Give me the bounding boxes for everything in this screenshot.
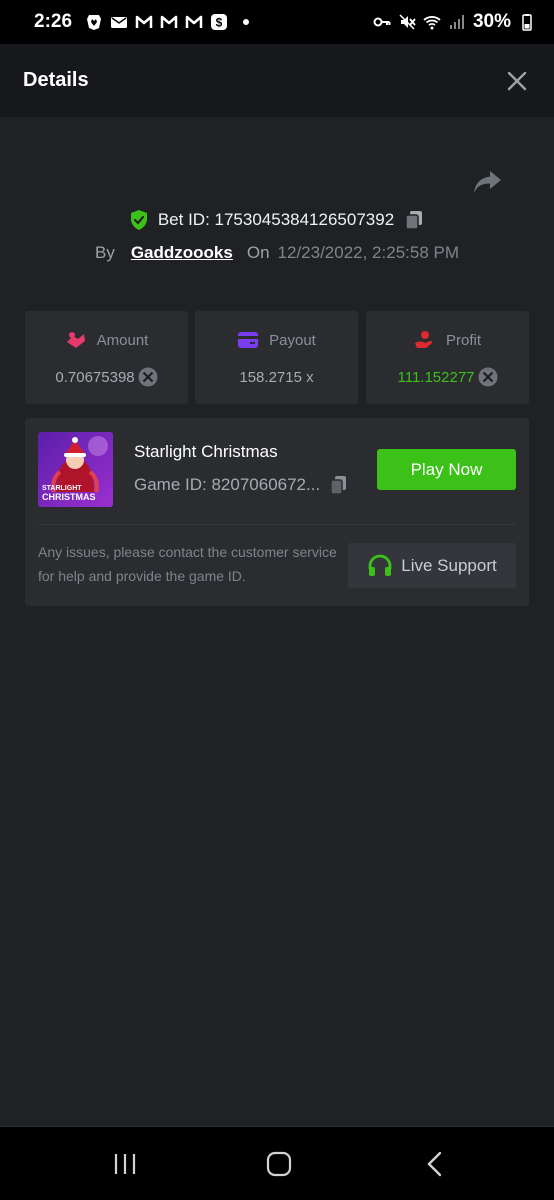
amount-value-row: 0.70675398 [25,366,188,388]
profit-card: Profit 111.152277 [366,311,529,404]
status-right: 30% [373,11,536,33]
game-name: Starlight Christmas [134,442,278,461]
bet-meta-row: By Gaddzoooks On 12/23/2022, 2:25:58 PM [0,240,554,266]
profit-label: Profit [445,331,481,349]
payout-label: Payout [269,331,316,349]
wifi-icon [423,13,441,31]
by-label: By [94,243,115,262]
mute-icon [398,13,416,31]
battery-icon [518,13,536,31]
gmail-icon [160,13,178,31]
close-icon[interactable] [502,66,532,96]
status-bar: 2:26 $ 30% [0,0,554,44]
play-now-button[interactable]: Play Now [377,449,516,490]
vpn-key-icon [373,13,391,31]
profit-value: 111.152277 [397,368,475,386]
share-icon[interactable] [472,168,504,196]
amount-icon [65,330,87,350]
payout-head: Payout [195,329,358,351]
amount-card: Amount 0.70675398 [25,311,188,404]
profit-value-row: 111.152277 [366,366,529,388]
payout-value-row: 158.2715 x [195,366,358,388]
system-nav-bar [0,1126,554,1200]
bet-id-row: Bet ID: 1753045384126507392 [0,206,554,234]
payout-card-icon [237,331,259,349]
brave-icon [85,13,103,31]
copy-icon[interactable] [328,474,350,496]
recent-apps-icon[interactable] [110,1149,140,1179]
coin-icon [478,367,498,387]
bet-id: Bet ID: 1753045384126507392 [157,210,395,229]
home-icon[interactable] [264,1149,294,1179]
gmail-icon [185,13,203,31]
game-thumbnail[interactable]: STARLIGHT CHRISTMAS [38,432,113,507]
page-title: Details [23,69,89,91]
status-left: 2:26 $ [34,11,250,33]
game-id: Game ID: 8207060672... [134,475,321,494]
support-text: Any issues, please contact the customer … [38,544,337,584]
headset-icon [367,554,393,578]
svg-text:$: $ [216,16,223,30]
copy-icon[interactable] [403,209,425,231]
cash-app-icon: $ [210,13,228,31]
verified-shield-icon [129,209,149,231]
username-link[interactable]: Gaddzoooks [131,243,233,263]
battery-percent: 30% [472,11,511,32]
amount-head: Amount [25,329,188,351]
coin-icon [138,367,158,387]
modal-header: Details [0,44,554,117]
game-id-row: Game ID: 8207060672... [134,474,350,496]
payout-card: Payout 158.2715 x [195,311,358,404]
status-time: 2:26 [34,11,73,32]
bet-date: 12/23/2022, 2:25:58 PM [277,243,460,262]
amount-label: Amount [96,331,149,349]
game-panel: STARLIGHT CHRISTMAS Starlight Christmas … [25,418,529,606]
thumbnail-caption-line2: CHRISTMAS [42,492,96,502]
profit-hand-icon [414,330,436,350]
on-label: On [246,243,270,262]
mail-icon [110,13,128,31]
amount-value: 0.70675398 [55,368,135,386]
live-support-label: Live Support [401,555,497,575]
gmail-icon [135,13,153,31]
notification-dot [243,19,250,25]
back-icon[interactable] [420,1149,450,1179]
divider [38,524,516,525]
payout-value: 158.2715 x [239,368,314,386]
live-support-button[interactable]: Live Support [348,543,516,588]
profit-head: Profit [366,329,529,351]
thumbnail-caption: STARLIGHT CHRISTMAS [42,484,96,502]
signal-icon [448,13,466,31]
